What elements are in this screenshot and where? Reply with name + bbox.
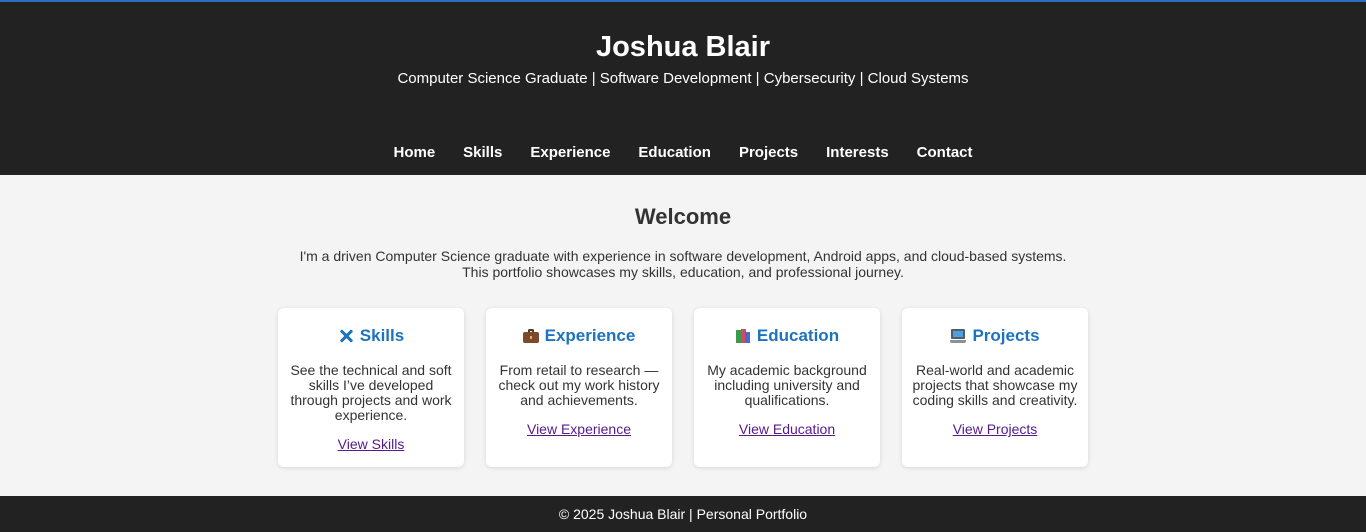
nav-interests[interactable]: Interests bbox=[826, 144, 889, 162]
card-projects-title: Projects bbox=[912, 326, 1078, 346]
view-experience-link[interactable]: View Experience bbox=[527, 421, 631, 437]
main-content: Welcome I'm a driven Computer Science gr… bbox=[0, 175, 1366, 496]
card-experience: Experience From retail to research — che… bbox=[486, 308, 672, 467]
site-title: Joshua Blair bbox=[595, 31, 771, 63]
card-experience-title: Experience bbox=[496, 326, 662, 346]
section-cards: Skills See the technical and soft skills… bbox=[278, 308, 1088, 467]
card-skills-title: Skills bbox=[288, 326, 454, 346]
intro-text: I'm a driven Computer Science graduate w… bbox=[283, 248, 1083, 280]
intro-line-1: I'm a driven Computer Science graduate w… bbox=[299, 248, 1067, 264]
site-footer: © 2025 Joshua Blair | Personal Portfolio bbox=[0, 496, 1366, 532]
briefcase-icon bbox=[522, 328, 539, 344]
books-icon bbox=[735, 328, 751, 344]
nav-home[interactable]: Home bbox=[393, 144, 435, 162]
card-experience-description: From retail to research — check out my w… bbox=[498, 362, 660, 408]
card-skills-description: See the technical and soft skills I’ve d… bbox=[290, 362, 452, 423]
card-experience-heading: Experience bbox=[544, 326, 636, 345]
laptop-icon bbox=[950, 328, 967, 344]
intro-line-2: This portfolio showcases my skills, educ… bbox=[462, 264, 904, 280]
view-skills-link[interactable]: View Skills bbox=[338, 436, 405, 452]
footer-copyright: © 2025 Joshua Blair | Personal Portfolio bbox=[558, 506, 808, 522]
tools-icon bbox=[338, 328, 354, 344]
card-projects-description: Real-world and academic projects that sh… bbox=[912, 362, 1078, 408]
view-education-link[interactable]: View Education bbox=[739, 421, 835, 437]
card-skills-heading: Skills bbox=[359, 326, 405, 345]
welcome-heading: Welcome bbox=[634, 204, 732, 229]
site-header: Joshua Blair Computer Science Graduate |… bbox=[0, 2, 1366, 175]
nav-education[interactable]: Education bbox=[638, 144, 711, 162]
card-education: Education My academic background includi… bbox=[694, 308, 880, 467]
site-tagline: Computer Science Graduate | Software Dev… bbox=[397, 70, 969, 87]
card-projects: Projects Real-world and academic project… bbox=[902, 308, 1088, 467]
nav-skills[interactable]: Skills bbox=[463, 144, 502, 162]
nav-projects[interactable]: Projects bbox=[739, 144, 798, 162]
card-education-description: My academic background including univers… bbox=[707, 362, 867, 408]
view-projects-link[interactable]: View Projects bbox=[953, 421, 1038, 437]
main-nav: Home Skills Experience Education Project… bbox=[0, 144, 1366, 162]
nav-contact[interactable]: Contact bbox=[917, 144, 973, 162]
nav-experience[interactable]: Experience bbox=[530, 144, 610, 162]
card-projects-heading: Projects bbox=[972, 326, 1040, 345]
card-education-title: Education bbox=[704, 326, 870, 346]
card-education-heading: Education bbox=[756, 326, 840, 345]
card-skills: Skills See the technical and soft skills… bbox=[278, 308, 464, 467]
